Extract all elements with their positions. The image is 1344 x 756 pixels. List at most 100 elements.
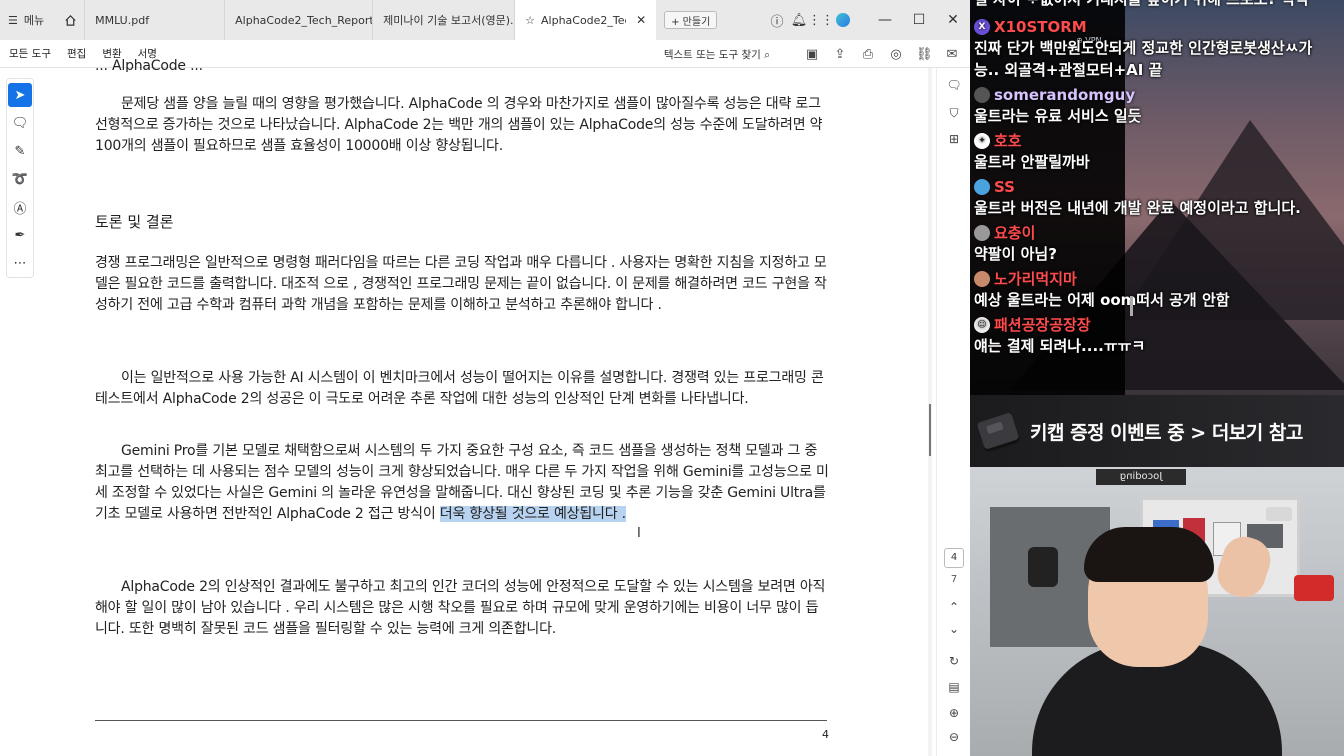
chat-list: X X10STORM 진짜 단가 백만원도안되게 정교한 인간형로봇생산ㅆ가 능.… — [974, 16, 1340, 360]
zoom-in-icon[interactable]: ⊕ — [945, 704, 963, 722]
menu-all-tools[interactable]: 모든 도구 — [0, 46, 59, 61]
keycap-icon — [976, 412, 1020, 450]
event-banner: 키캡 증정 이벤트 중 > 더보기 참고 — [970, 395, 1344, 467]
wall-sign: Jocoding — [1096, 469, 1186, 485]
chat-text: 진짜 단가 백만원도안되게 정교한 인간형로봇생산ㅆ가 — [974, 39, 1313, 57]
user-badge-icon — [974, 224, 990, 241]
play-button-award-icon — [1294, 575, 1334, 601]
chevron-down-icon[interactable]: ⌄ — [945, 620, 963, 638]
draw-lasso-icon[interactable]: ➰ — [8, 167, 32, 191]
chat-scrollbar[interactable] — [1130, 296, 1133, 316]
home-button[interactable] — [56, 0, 84, 40]
tab-mmlu[interactable]: MMLU.pdf — [84, 0, 224, 40]
footer-rule — [95, 720, 827, 721]
new-tab-button[interactable]: + 만들기 — [664, 11, 718, 29]
print-icon[interactable]: ⎙ — [860, 47, 876, 62]
chat-username-text: somerandomguy — [994, 85, 1136, 104]
menu-edit[interactable]: 편집 — [59, 46, 94, 61]
paragraph-5: AlphaCode 2의 인상적인 결과에도 불구하고 최고의 인간 코더의 성… — [95, 579, 826, 637]
email-icon[interactable]: ✉ — [944, 47, 960, 62]
bell-icon[interactable]: 🔔︎ — [788, 0, 810, 40]
current-page-box[interactable]: 4 — [944, 548, 964, 568]
tab-alphacode-active[interactable]: ☆ AlphaCode2_Tech_Re... ✕ — [514, 0, 657, 40]
chat-message: SS 울트라 버전은 내년에 개발 완료 예정이라고 합니다. — [974, 176, 1340, 219]
chat-username: ☺ 패션공장공장장 — [974, 314, 1340, 335]
chat-text: 예상 울트라는 어제 oom떠서 공개 안함 — [974, 291, 1230, 309]
bookmark-icon[interactable]: ⛉ — [945, 104, 963, 122]
chat-message: 노가리먹지마 예상 울트라는 어제 oom떠서 공개 안함 — [974, 268, 1340, 311]
close-icon[interactable]: ✕ — [936, 0, 970, 40]
menu-button[interactable]: ☰ 메뉴 — [0, 0, 56, 40]
chat-username-text: SS — [994, 177, 1015, 196]
paragraph-4: Gemini Pro를 기본 모델로 채택함으로써 시스템의 두 가지 중요한 … — [95, 441, 830, 525]
paragraph-1: 문제당 샘플 양을 늘릴 때의 영향을 평가했습니다. AlphaCode 의 … — [95, 96, 823, 154]
tab-label: MMLU.pdf — [95, 13, 150, 27]
minimize-icon[interactable]: — — [868, 0, 902, 40]
total-pages: 7 — [950, 574, 958, 585]
tab-gemini-report[interactable]: 제미나이 기술 보고서(영문)... — [372, 0, 514, 40]
banner-text: 키캡 증정 이벤트 중 > 더보기 참고 — [1030, 421, 1303, 444]
sign-pen-icon[interactable]: ✒ — [8, 223, 32, 247]
page-number: 4 — [822, 728, 829, 741]
section-heading: 토론 및 결론 — [95, 213, 174, 231]
more-tools-icon[interactable]: ⋯ — [8, 251, 32, 275]
paragraph-2: 경쟁 프로그래밍은 일반적으로 명령형 패러다임을 따르는 다른 코딩 작업과 … — [95, 255, 827, 313]
tab-label: AlphaCode2_Tech_Report.pdf — [235, 13, 373, 27]
select-cursor-icon[interactable]: ➤ — [8, 83, 32, 107]
tab-bar: ☰ 메뉴 MMLU.pdf AlphaCode2_Tech_Report.pdf… — [0, 0, 970, 40]
account-icon[interactable] — [832, 0, 854, 40]
right-side-panel: 🗨︎ ⛉ ⊞ 4 7 ⌃ ⌄ ↻ ▤ ⊕ ⊖ — [936, 68, 970, 756]
chat-username: 노가리먹지마 — [974, 268, 1340, 289]
chat-username-text: 패션공장공장장 — [994, 316, 1091, 334]
thumbnails-icon[interactable]: ⊞ — [945, 130, 963, 148]
hamburger-icon: ☰ — [8, 13, 18, 27]
text-box-icon[interactable]: Ⓐ — [8, 195, 32, 219]
webcam-feed: Jocoding — [970, 467, 1344, 756]
chat-username-text: X10STORM — [994, 17, 1087, 36]
user-badge-icon — [974, 270, 990, 287]
selected-text[interactable]: 더욱 향상될 것으로 예상됩니다 . — [439, 506, 626, 522]
help-icon[interactable]: ⓘ — [766, 0, 788, 40]
chat-message: somerandomguy 울트라는 유료 서비스 일듯 — [974, 84, 1340, 127]
tab-alphacode-report[interactable]: AlphaCode2_Tech_Report.pdf — [224, 0, 372, 40]
document-text: ... AlphaCode ... 문제당 샘플 양을 늘릴 때의 영향을 평가… — [95, 58, 830, 640]
refresh-icon[interactable]: ↻ — [945, 652, 963, 670]
paragraph-3: 이는 일반적으로 사용 가능한 AI 시스템이 이 벤치마크에서 성능이 떨어지… — [95, 370, 824, 407]
upload-icon[interactable]: ⇪ — [832, 47, 848, 62]
user-badge-icon: X — [974, 18, 990, 35]
chat-text: 약팔이 아님? — [974, 245, 1057, 263]
chevron-up-icon[interactable]: ⌃ — [945, 598, 963, 616]
clipped-line: ... AlphaCode ... — [95, 58, 203, 72]
chat-username: SS — [974, 176, 1340, 197]
maximize-icon[interactable]: ☐ — [902, 0, 936, 40]
chat-username-text: 노가리먹지마 — [994, 270, 1077, 288]
page-view-icon[interactable]: ▤ — [945, 678, 963, 696]
link-icon[interactable]: ⛓ — [916, 47, 933, 62]
apps-grid-icon[interactable]: ⋮⋮ — [808, 0, 834, 40]
user-badge-icon: ✦ — [974, 132, 990, 149]
stream-overlay: 일 자이 ᄇᆞ없어서 기대지를 높이기 위해 프로도? 박막 ⊕ VPN XX1… — [970, 0, 1344, 756]
text-cursor-icon: I — [637, 526, 641, 541]
chat-username: X X10STORM — [974, 16, 1340, 37]
scrollbar-thumb[interactable] — [929, 404, 931, 456]
chat-message: ☺ 패션공장공장장 얘는 결제 되려나....ㅠㅠㅋ — [974, 314, 1340, 357]
chat-username: ✦ 호호 — [974, 130, 1340, 151]
chat-text: 울트라 안팔릴까바 — [974, 153, 1090, 171]
star-icon[interactable]: ☆ — [525, 14, 535, 27]
home-icon — [65, 14, 76, 26]
tab-label: AlphaCode2_Tech_Re... — [541, 13, 626, 27]
chat-text: 얘는 결제 되려나....ㅠㅠㅋ — [974, 337, 1146, 355]
chat-message: X X10STORM 진짜 단가 백만원도안되게 정교한 인간형로봇생산ㅆ가 능.… — [974, 16, 1340, 81]
highlight-pen-icon[interactable]: ✎ — [8, 139, 32, 163]
chat-username: somerandomguy — [974, 84, 1340, 105]
tab-close-icon[interactable]: ✕ — [636, 13, 646, 27]
microphone-icon — [1028, 547, 1058, 587]
user-badge-icon: ☺ — [974, 316, 990, 333]
ai-assistant-icon[interactable]: ◎ — [888, 47, 904, 62]
comments-panel-icon[interactable]: 🗨︎ — [945, 76, 963, 94]
user-badge-icon — [974, 86, 990, 103]
streamer-hair — [1084, 527, 1214, 582]
chat-message: ✦ 호호 울트라 안팔릴까바 — [974, 130, 1340, 173]
zoom-out-icon[interactable]: ⊖ — [945, 728, 963, 746]
add-comment-icon[interactable]: 🗨︎ — [8, 111, 32, 135]
